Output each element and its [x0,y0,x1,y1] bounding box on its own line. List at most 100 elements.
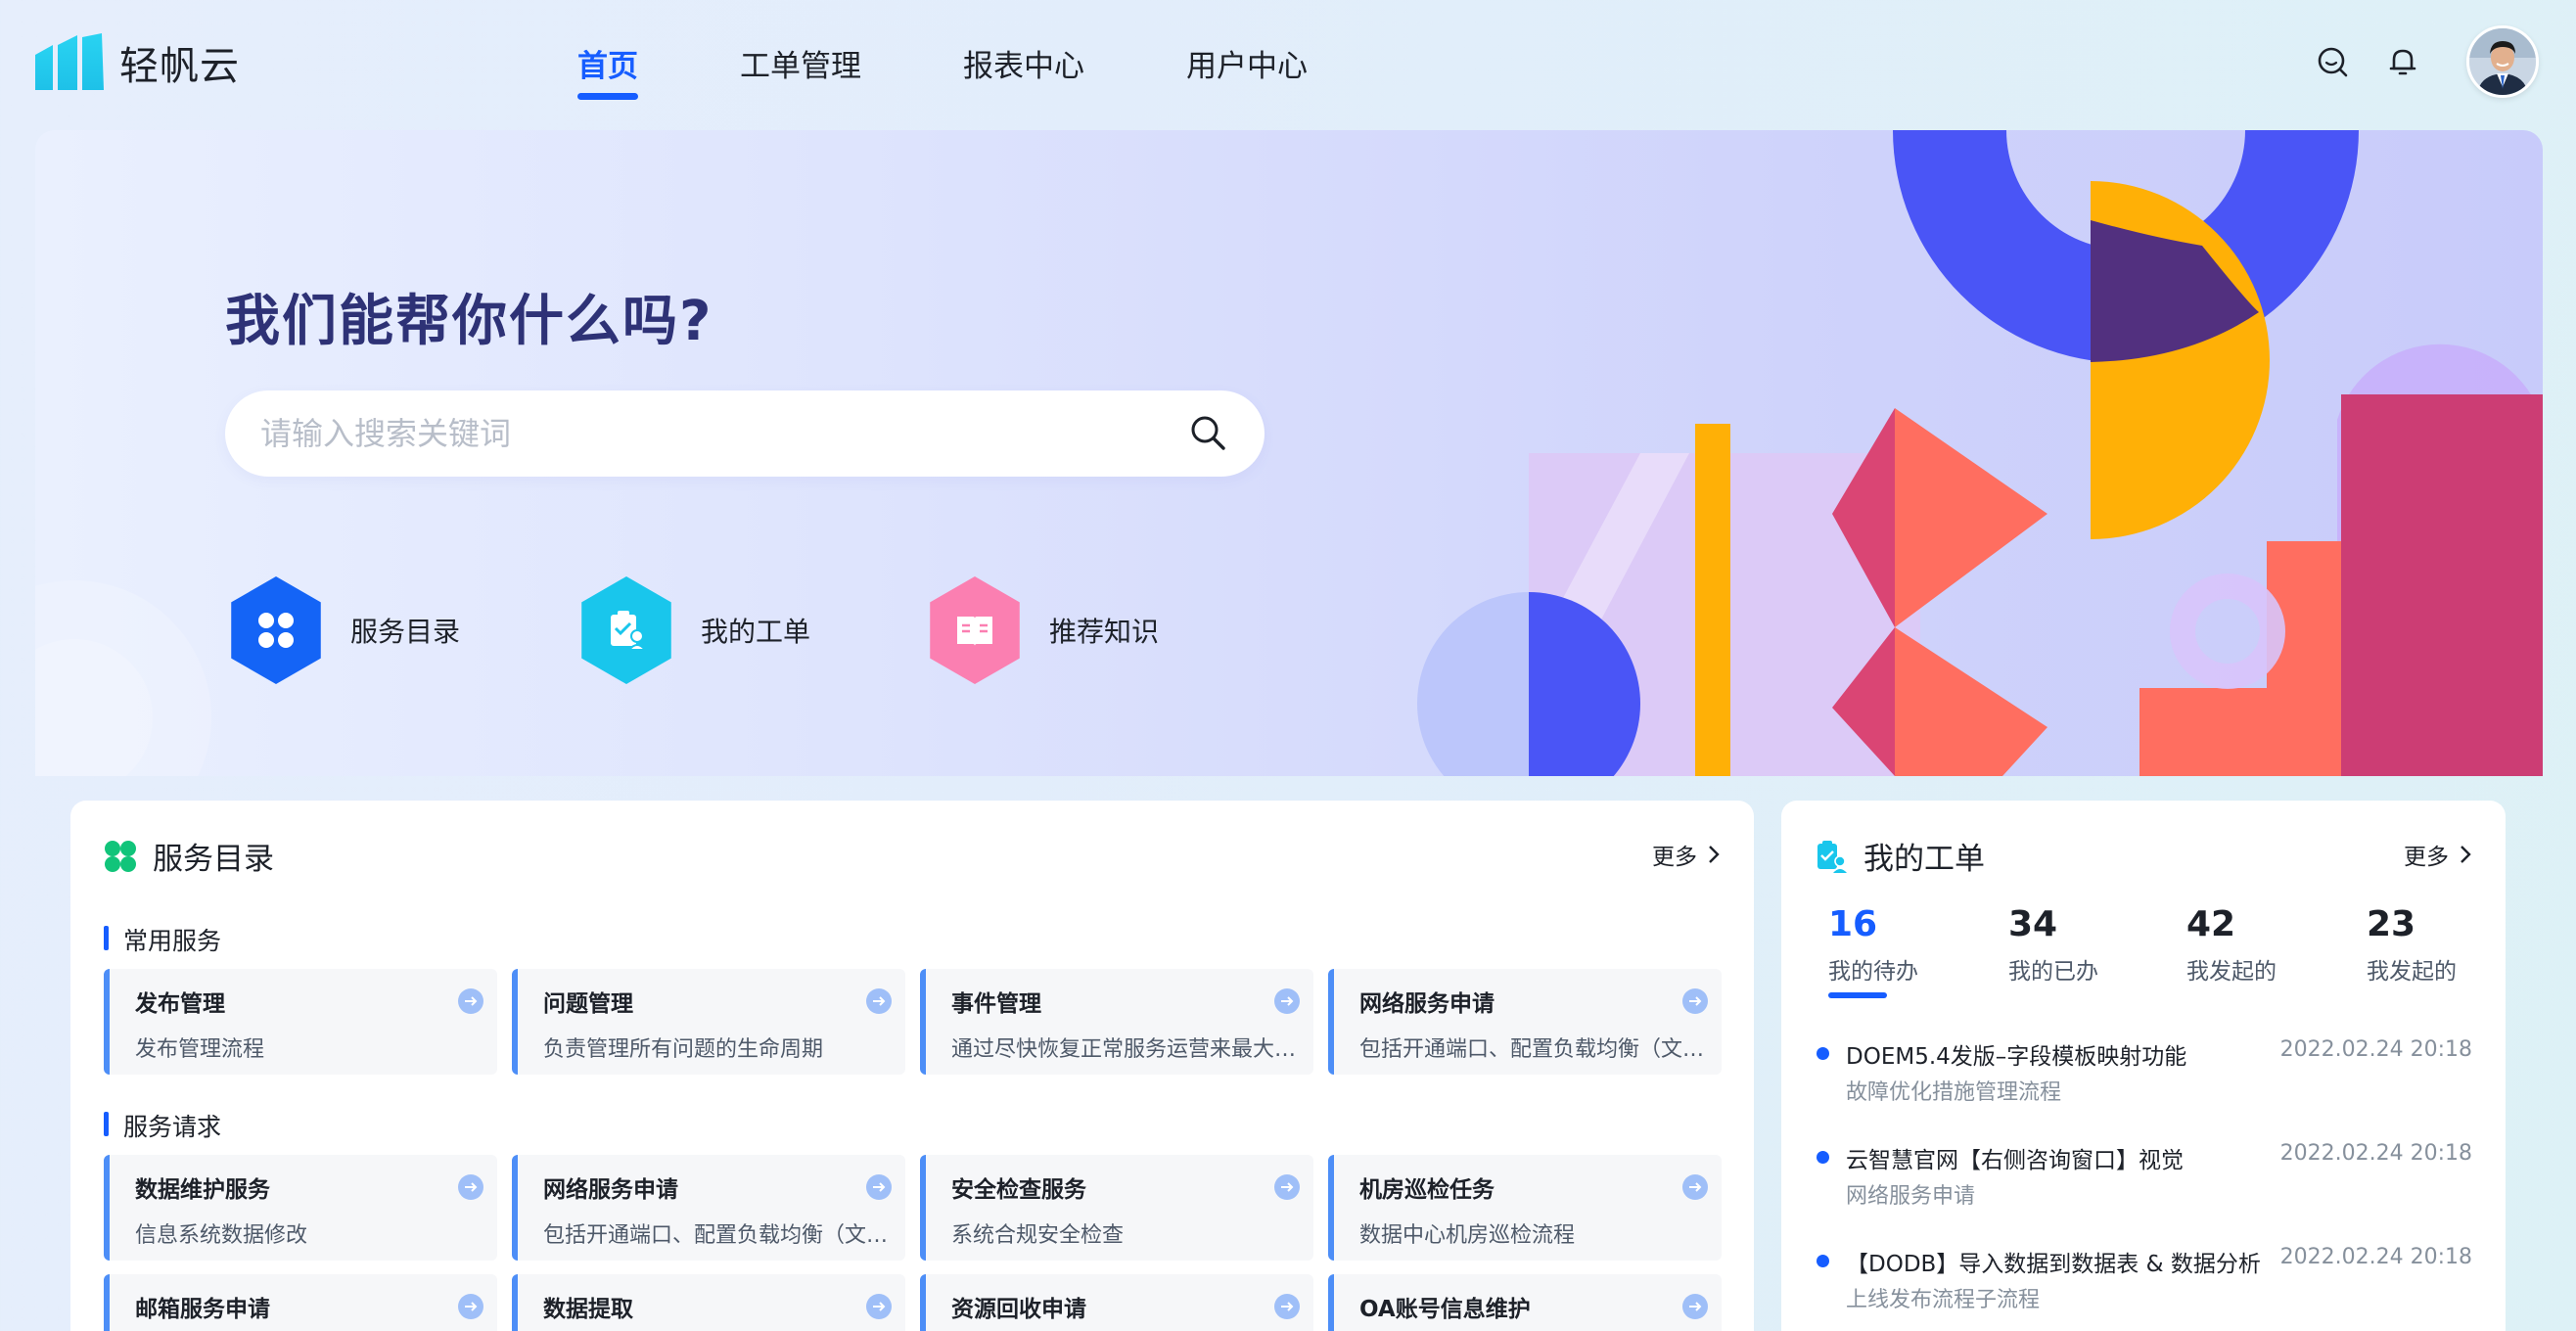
nav-home[interactable]: 首页 [577,41,638,100]
card-title: 邮箱服务申请 [135,1297,270,1322]
arrow-right-icon[interactable] [458,988,483,1014]
card-desc: 包括开通端口、配置负载均衡（文… [543,1223,888,1248]
bell-icon[interactable] [2380,39,2425,84]
service-card[interactable]: 数据维护服务 信息系统数据修改 [104,1155,497,1261]
brand-logo[interactable]: 轻帆云 [33,33,240,92]
stat-value: 16 [1828,904,1878,944]
card-title: 资源回收申请 [951,1297,1086,1322]
card-title: 事件管理 [951,991,1041,1017]
service-card[interactable]: 问题管理 负责管理所有问题的生命周期 [512,969,905,1075]
search-input[interactable] [260,415,1188,452]
service-card[interactable]: 安全检查服务 系统合规安全检查 [920,1155,1313,1261]
arrow-right-icon[interactable] [1682,1294,1708,1319]
service-card[interactable]: OA账号信息维护 [1328,1274,1722,1331]
service-catalog-panel: 服务目录 更多 常用服务 发布管理 发布管理流程 问题管理 负责管理所有问题的生… [70,801,1754,1331]
card-desc: 负责管理所有问题的生命周期 [543,1037,824,1062]
status-dot [1817,1047,1829,1060]
my-tickets-panel: 我的工单 更多 16 我的待办 34 我的已办 42 我发起的 23 我发起的 … [1781,801,2506,1331]
stat-done[interactable]: 34 我的已办 [2008,904,2098,986]
stat-value: 34 [2008,904,2058,944]
clover-icon [105,840,136,872]
section-label-service-request: 服务请求 [104,1108,221,1143]
nav-report-center[interactable]: 报表中心 [963,41,1084,100]
stat-todo[interactable]: 16 我的待办 [1828,904,1918,986]
clipboard-user-icon [581,576,671,684]
active-stat-underline [1828,992,1887,998]
clipboard-user-icon [1817,840,1847,873]
stat-initiated-2[interactable]: 23 我发起的 [2367,904,2457,986]
card-title: 问题管理 [543,991,633,1017]
ticket-time: 2022.02.24 20:18 [2279,1037,2472,1062]
main-nav: 首页 工单管理 报表中心 用户中心 [577,41,1308,100]
chevron-right-icon [1709,846,1720,863]
card-title: 安全检查服务 [951,1177,1086,1203]
service-card[interactable]: 网络服务申请 包括开通端口、配置负载均衡（文… [512,1155,905,1261]
ticket-subtitle: 网络服务申请 [1846,1184,1976,1209]
arrow-right-icon[interactable] [866,988,892,1014]
card-title: 网络服务申请 [543,1177,678,1203]
ticket-item[interactable]: 云智慧官网【右侧咨询窗口】视觉 2022.02.24 20:18 网络服务申请 [1817,1141,2472,1210]
ticket-title: 云智慧官网【右侧咨询窗口】视觉 [1846,1148,2184,1173]
nav-user-center[interactable]: 用户中心 [1186,41,1308,100]
header-actions [2310,25,2539,98]
nav-ticket-management[interactable]: 工单管理 [740,41,861,100]
book-icon [930,576,1020,684]
stat-label: 我的已办 [2008,959,2098,985]
tickets-more-link[interactable]: 更多 [2404,838,2472,871]
service-card[interactable]: 资源回收申请 [920,1274,1313,1331]
card-title: 机房巡检任务 [1359,1177,1495,1203]
stat-label: 我的待办 [1828,959,1918,985]
catalog-more-link[interactable]: 更多 [1652,838,1721,871]
card-desc: 包括开通端口、配置负载均衡（文… [1359,1037,1704,1062]
quick-link-my-tickets[interactable]: 我的工单 [575,576,810,684]
arrow-right-icon[interactable] [458,1294,483,1319]
quick-link-label: 推荐知识 [1049,616,1160,648]
stat-value: 23 [2367,904,2416,944]
service-card[interactable]: 机房巡检任务 数据中心机房巡检流程 [1328,1155,1722,1261]
arrow-right-icon[interactable] [1682,1174,1708,1200]
arrow-right-icon[interactable] [1274,1294,1300,1319]
quick-link-service-catalog[interactable]: 服务目录 [225,576,460,684]
panel-title: 我的工单 [1863,842,1985,877]
card-title: 数据提取 [543,1297,633,1322]
card-desc: 发布管理流程 [135,1037,265,1062]
quick-link-label: 服务目录 [350,616,461,648]
service-card[interactable]: 发布管理 发布管理流程 [104,969,497,1075]
top-bar: 轻帆云 首页 工单管理 报表中心 用户中心 [0,0,2576,130]
card-desc: 数据中心机房巡检流程 [1359,1223,1576,1248]
chevron-right-icon [2461,846,2471,863]
more-label: 更多 [1652,845,1697,870]
sail-logo-icon [35,33,104,90]
panel-header: 我的工单 [1815,834,1985,878]
quick-link-recommended-knowledge[interactable]: 推荐知识 [924,576,1159,684]
service-card[interactable]: 数据提取 [512,1274,905,1331]
brand-name: 轻帆云 [119,44,240,89]
service-card[interactable]: 网络服务申请 包括开通端口、配置负载均衡（文… [1328,969,1722,1075]
service-card[interactable]: 邮箱服务申请 [104,1274,497,1331]
arrow-right-icon[interactable] [1682,988,1708,1014]
card-desc: 通过尽快恢复正常服务运营来最大… [951,1037,1296,1062]
ticket-item[interactable]: DOEM5.4发版–字段模板映射功能 2022.02.24 20:18 故障优化… [1817,1037,2472,1106]
ticket-item[interactable]: 【DODB】导入数据到数据表 & 数据分析 2022.02.24 20:18 上… [1817,1245,2472,1313]
search-icon[interactable] [1188,413,1229,454]
card-desc: 系统合规安全检查 [951,1223,1125,1248]
ticket-time: 2022.02.24 20:18 [2279,1245,2472,1269]
section-label-common: 常用服务 [104,922,221,957]
panel-header: 服务目录 [104,834,274,878]
arrow-right-icon[interactable] [1274,1174,1300,1200]
card-title: OA账号信息维护 [1359,1297,1531,1322]
arrow-right-icon[interactable] [866,1174,892,1200]
ticket-subtitle: 上线发布流程子流程 [1846,1288,2041,1312]
arrow-right-icon[interactable] [1274,988,1300,1014]
stat-initiated[interactable]: 42 我发起的 [2186,904,2277,986]
user-avatar[interactable] [2466,25,2539,98]
status-dot [1817,1151,1829,1164]
stat-label: 我发起的 [2367,959,2457,985]
search-icon[interactable] [2310,39,2355,84]
arrow-right-icon[interactable] [866,1294,892,1319]
quick-link-label: 我的工单 [701,616,811,648]
card-title: 数据维护服务 [135,1177,270,1203]
service-card[interactable]: 事件管理 通过尽快恢复正常服务运营来最大… [920,969,1313,1075]
arrow-right-icon[interactable] [458,1174,483,1200]
ticket-time: 2022.02.24 20:18 [2279,1141,2472,1166]
